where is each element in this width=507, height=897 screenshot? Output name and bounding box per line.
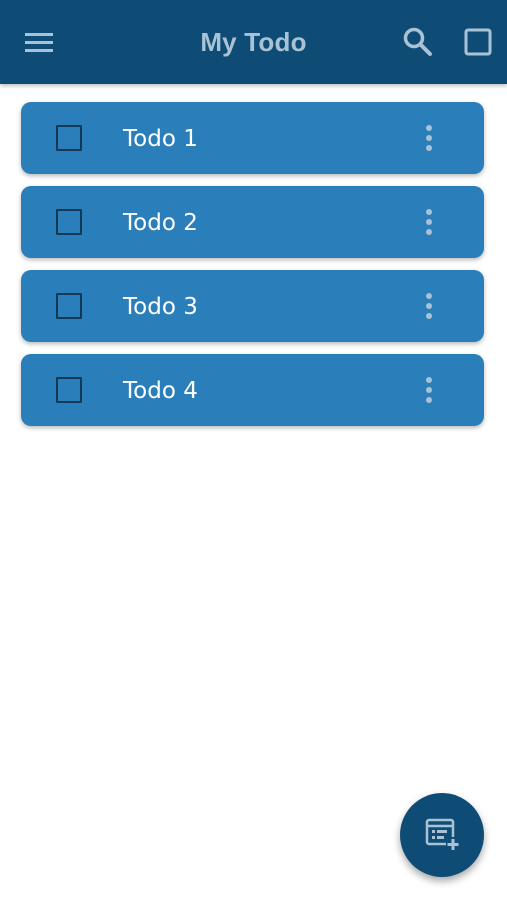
todo-label: Todo 3 bbox=[123, 294, 198, 320]
todo-label: Todo 1 bbox=[123, 126, 198, 152]
todo-checkbox[interactable] bbox=[56, 125, 82, 151]
todo-label: Todo 2 bbox=[123, 210, 198, 236]
todo-checkbox[interactable] bbox=[56, 293, 82, 319]
todo-item[interactable]: Todo 3 bbox=[21, 270, 484, 342]
search-button[interactable] bbox=[398, 22, 438, 62]
add-todo-button[interactable] bbox=[400, 793, 484, 877]
todo-item[interactable]: Todo 1 bbox=[21, 102, 484, 174]
app-bar: My Todo bbox=[0, 0, 507, 84]
select-all-button[interactable] bbox=[458, 22, 498, 62]
todo-list: Todo 1 Todo 2 Todo 3 Todo 4 bbox=[21, 102, 484, 438]
more-options-button[interactable] bbox=[417, 288, 441, 324]
more-vertical-icon bbox=[426, 293, 432, 299]
more-options-button[interactable] bbox=[417, 372, 441, 408]
checkbox-outline-icon bbox=[464, 28, 492, 56]
more-vertical-icon bbox=[426, 209, 432, 215]
todo-checkbox[interactable] bbox=[56, 377, 82, 403]
more-vertical-icon bbox=[426, 125, 432, 131]
more-options-button[interactable] bbox=[417, 204, 441, 240]
todo-label: Todo 4 bbox=[123, 378, 198, 404]
todo-item[interactable]: Todo 4 bbox=[21, 354, 484, 426]
todo-checkbox[interactable] bbox=[56, 209, 82, 235]
todo-item[interactable]: Todo 2 bbox=[21, 186, 484, 258]
add-list-icon bbox=[425, 818, 460, 851]
more-options-button[interactable] bbox=[417, 120, 441, 156]
search-icon bbox=[403, 27, 432, 56]
more-vertical-icon bbox=[426, 377, 432, 383]
